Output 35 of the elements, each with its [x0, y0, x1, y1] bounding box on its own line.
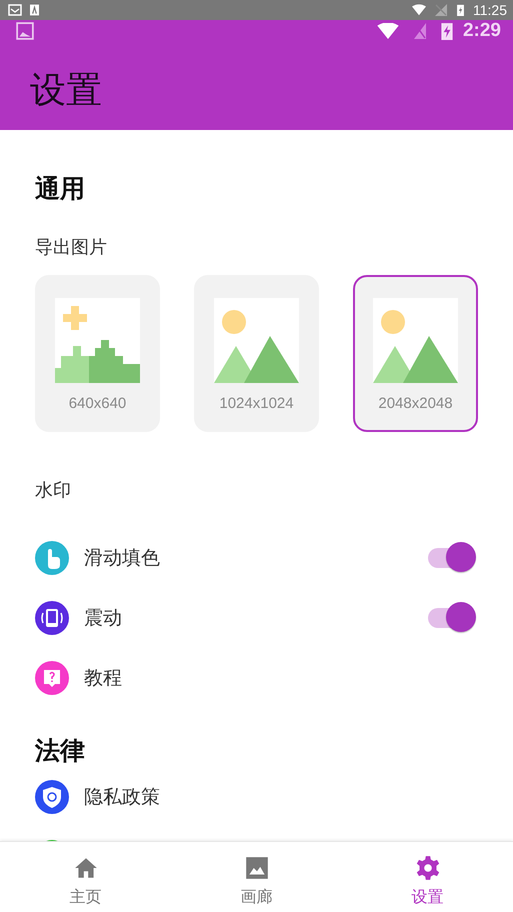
no-signal-icon — [434, 4, 448, 16]
landscape-icon — [214, 298, 299, 383]
export-size-option[interactable]: 640x640 — [35, 275, 160, 432]
export-size-option[interactable]: 1024x1024 — [194, 275, 319, 432]
image-icon — [16, 22, 34, 40]
section-heading: 法律 — [35, 735, 86, 767]
setting-label: 震动 — [84, 606, 122, 631]
wifi-icon — [412, 4, 426, 16]
nav-tab[interactable]: 设置 — [342, 842, 513, 912]
settings-icon — [414, 855, 440, 881]
status-time: 11:25 — [473, 2, 507, 18]
landscape-icon — [55, 298, 140, 383]
shield-icon — [35, 780, 69, 814]
help-icon — [35, 661, 69, 695]
notification-icon — [30, 4, 39, 16]
mail-icon — [8, 4, 22, 16]
nav-tab[interactable]: 画廊 — [171, 842, 342, 912]
section-heading: 通用 — [35, 173, 86, 205]
section-label: 导出图片 — [35, 236, 108, 259]
phone-icon — [35, 601, 69, 635]
wifi-icon — [376, 23, 399, 39]
battery-icon — [456, 4, 465, 16]
export-size-option[interactable]: 2048x2048 — [353, 275, 478, 432]
image-icon — [244, 855, 270, 881]
hand-icon — [35, 541, 69, 575]
setting-label: 教程 — [84, 666, 122, 691]
toggle-switch[interactable] — [426, 542, 478, 574]
status-time: 2:29 — [462, 20, 501, 42]
toggle-switch[interactable] — [426, 602, 478, 634]
landscape-icon — [373, 298, 458, 383]
section-label: 水印 — [35, 479, 72, 502]
nav-tab[interactable]: 主页 — [0, 842, 171, 912]
page-title: 设置 — [30, 69, 103, 113]
setting-label: 滑动填色 — [84, 546, 160, 571]
setting-label[interactable]: 隐私政策 — [84, 784, 160, 810]
